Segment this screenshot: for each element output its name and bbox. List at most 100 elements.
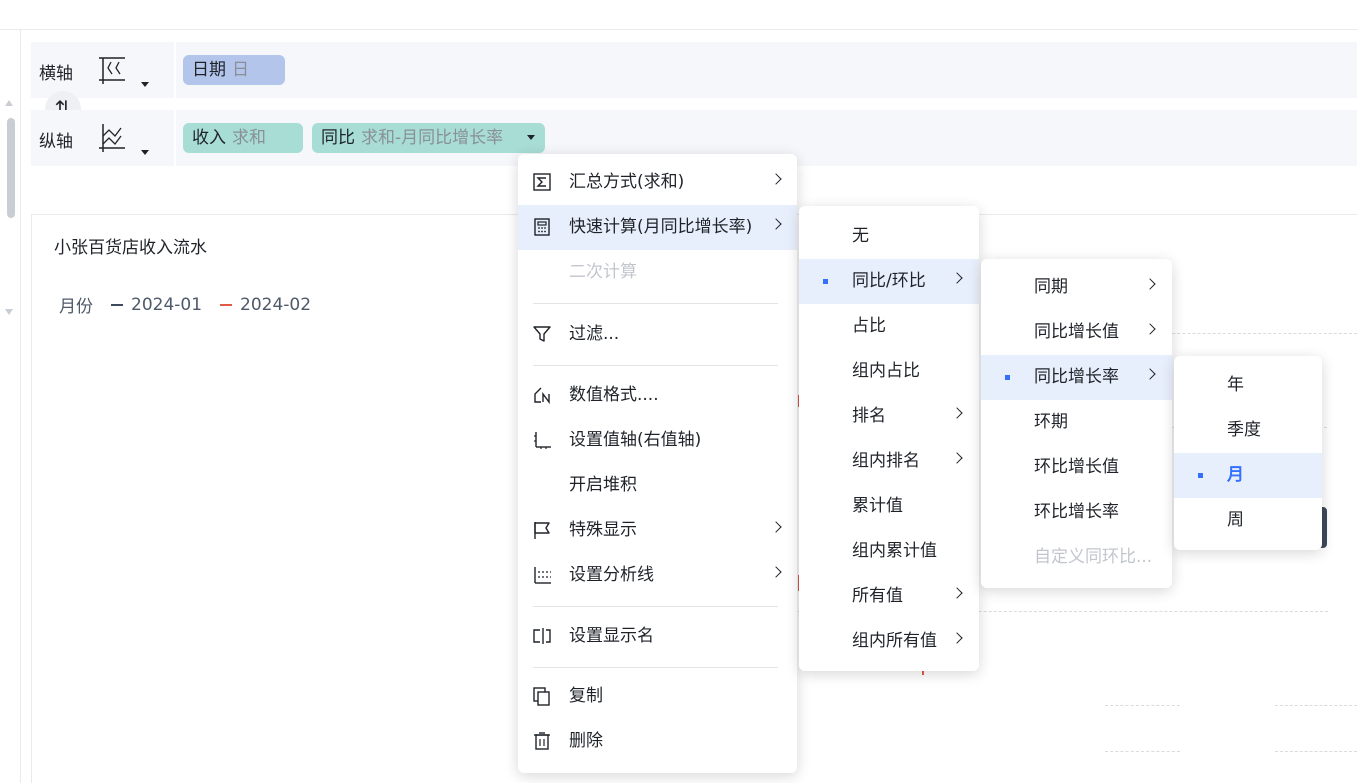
- menu-item-value-axis[interactable]: 设置值轴(右值轴): [518, 418, 797, 463]
- menu-item-copy[interactable]: 复制: [518, 674, 797, 719]
- menu-item-label: 组内累计值: [852, 541, 937, 561]
- menu-item-same-period[interactable]: 同期: [981, 265, 1172, 310]
- chart-legend: 月份 2024-01 2024-02: [59, 292, 311, 318]
- pill-sub: 求和-月同比增长率: [361, 128, 504, 148]
- menu-item-prev-period[interactable]: 环期: [981, 400, 1172, 445]
- menu-item-label: 排名: [852, 406, 886, 426]
- analysis-line-icon: [534, 567, 551, 584]
- chevron-right-icon: [951, 632, 963, 644]
- menu-item-label: 月: [1227, 465, 1244, 485]
- legend-item[interactable]: 2024-01: [103, 295, 202, 315]
- menu-item-year[interactable]: 年: [1174, 363, 1322, 408]
- calculator-icon: [534, 218, 550, 236]
- menu-separator: [533, 667, 778, 668]
- gridline: [1275, 705, 1357, 706]
- gridline: [1275, 751, 1357, 752]
- menu-item-label: 组内所有值: [852, 631, 937, 651]
- menu-item-analysis-line[interactable]: 设置分析线: [518, 553, 797, 598]
- pill-name: 同比: [321, 128, 355, 148]
- menu-item-label: 同比增长率: [1034, 367, 1119, 387]
- menu-item-special-display[interactable]: 特殊显示: [518, 508, 797, 553]
- menu-item-label: 环期: [1034, 412, 1068, 432]
- menu-item-ratio[interactable]: 占比: [799, 304, 979, 349]
- menu-item-label: 设置显示名: [569, 626, 654, 646]
- menu-item-all-values[interactable]: 所有值: [799, 574, 979, 619]
- menu-item-label: 年: [1227, 375, 1244, 395]
- menu-item-label: 快速计算(月同比增长率): [569, 217, 753, 237]
- menu-item-quarter[interactable]: 季度: [1174, 408, 1322, 453]
- menu-item-label: 同比增长值: [1034, 322, 1119, 342]
- menu-item-group-all-values[interactable]: 组内所有值: [799, 619, 979, 664]
- menu-item-filter[interactable]: 过滤...: [518, 312, 797, 357]
- gridline: [1105, 705, 1180, 706]
- scroll-down-arrow[interactable]: [5, 309, 13, 315]
- menu-item-label: 二次计算: [569, 262, 637, 282]
- menu-item-label: 周: [1227, 510, 1244, 530]
- menu-item-aggregate[interactable]: 汇总方式(求和): [518, 160, 797, 205]
- divider: [174, 110, 176, 166]
- menu-item-label: 组内排名: [852, 451, 920, 471]
- pill-sub: 日: [232, 60, 249, 80]
- menu-item-week[interactable]: 周: [1174, 498, 1322, 543]
- sigma-icon: [533, 173, 551, 191]
- pill-name: 日期: [192, 60, 226, 80]
- menu-item-cumulative[interactable]: 累计值: [799, 484, 979, 529]
- number-format-icon: [534, 387, 550, 405]
- menu-item-yoy-mom[interactable]: 同比/环比: [799, 259, 979, 304]
- y-axis-chart-icon[interactable]: [95, 122, 127, 154]
- selected-dot: [823, 279, 828, 284]
- menu-item-secondary-calc[interactable]: 二次计算: [518, 250, 797, 295]
- chevron-right-icon: [951, 272, 963, 284]
- y-field-pill-income[interactable]: 收入 求和: [183, 123, 303, 153]
- selected-dot: [1005, 375, 1010, 380]
- menu-item-yoy-growth-value[interactable]: 同比增长值: [981, 310, 1172, 355]
- menu-item-mom-growth-rate[interactable]: 环比增长率: [981, 490, 1172, 535]
- menu-item-group-ratio[interactable]: 组内占比: [799, 349, 979, 394]
- x-field-pill-date[interactable]: 日期日: [183, 55, 285, 85]
- gridline: [1105, 751, 1180, 752]
- divider: [174, 42, 176, 98]
- legend-item[interactable]: 2024-02: [212, 295, 311, 315]
- menu-item-quick-calc[interactable]: 快速计算(月同比增长率): [518, 205, 797, 250]
- y-field-pill-yoy[interactable]: 同比 求和-月同比增长率: [312, 123, 545, 153]
- menu-item-label: 设置分析线: [569, 565, 654, 585]
- scrollbar-thumb[interactable]: [7, 118, 15, 218]
- x-axis-chart-icon[interactable]: [95, 54, 127, 86]
- menu-item-label: 组内占比: [852, 361, 920, 381]
- x-axis-label: 横轴: [39, 64, 73, 84]
- scroll-up-arrow[interactable]: [5, 100, 13, 106]
- menu-item-none[interactable]: 无: [799, 214, 979, 259]
- menu-item-label: 同期: [1034, 277, 1068, 297]
- menu-item-group-rank[interactable]: 组内排名: [799, 439, 979, 484]
- menu-item-rank[interactable]: 排名: [799, 394, 979, 439]
- x-axis-dropdown-caret[interactable]: [141, 82, 149, 87]
- menu-item-mom-growth-value[interactable]: 环比增长值: [981, 445, 1172, 490]
- menu-item-number-format[interactable]: 数值格式....: [518, 373, 797, 418]
- menu-item-label: 自定义同环比...: [1034, 547, 1153, 567]
- menu-separator: [533, 303, 778, 304]
- chevron-right-icon: [770, 218, 782, 230]
- menu-item-label: 占比: [852, 316, 886, 336]
- chevron-right-icon: [1144, 278, 1156, 290]
- value-axis-icon: [534, 432, 551, 449]
- menu-item-group-cumulative[interactable]: 组内累计值: [799, 529, 979, 574]
- chevron-down-icon[interactable]: [527, 135, 535, 140]
- menu-item-label: 设置值轴(右值轴): [569, 430, 702, 450]
- menu-item-stack[interactable]: 开启堆积: [518, 463, 797, 508]
- menu-item-yoy-growth-rate[interactable]: 同比增长率: [981, 355, 1172, 400]
- menu-separator: [533, 365, 778, 366]
- menu-item-label: 同比/环比: [852, 271, 926, 291]
- selected-dot: [1198, 473, 1203, 478]
- menu-item-display-name[interactable]: 设置显示名: [518, 614, 797, 659]
- quick-calc-submenu: 无 同比/环比 占比 组内占比 排名 组内排名 累计值 组内累计值 所有值 组内…: [799, 206, 979, 671]
- y-axis-dropdown-caret[interactable]: [141, 150, 149, 155]
- menu-item-delete[interactable]: 删除: [518, 719, 797, 764]
- menu-item-label: 环比增长率: [1034, 502, 1119, 522]
- top-bar: [0, 0, 1357, 30]
- legend-title: 月份: [59, 297, 93, 317]
- pill-sub: 求和: [232, 128, 266, 148]
- legend-label: 2024-01: [131, 294, 203, 315]
- chevron-right-icon: [951, 452, 963, 464]
- menu-item-month[interactable]: 月: [1174, 453, 1322, 498]
- menu-item-custom-yoy[interactable]: 自定义同环比...: [981, 535, 1172, 580]
